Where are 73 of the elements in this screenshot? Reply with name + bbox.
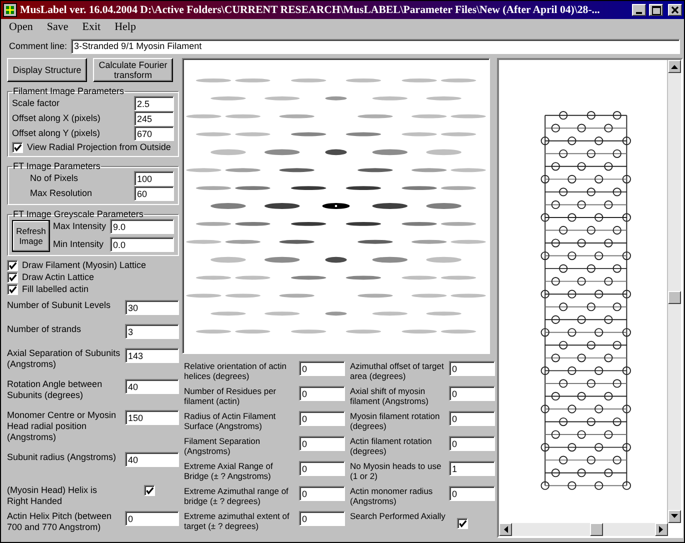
input-field[interactable]: 40 bbox=[125, 379, 179, 394]
input-field[interactable]: 1 bbox=[449, 461, 495, 476]
input-field[interactable]: 0 bbox=[449, 486, 495, 501]
input-field[interactable]: 0 bbox=[449, 436, 495, 451]
field-label: Radius of Actin Filament Surface (Angstroms) bbox=[184, 411, 277, 431]
input-field[interactable]: 150 bbox=[125, 410, 179, 425]
field-label: No of Pixels bbox=[30, 173, 78, 184]
field-label: Azimuthal offset of target area (degrees) bbox=[350, 361, 444, 381]
field-label: Relative orientation of actin helices (degrees) bbox=[184, 361, 288, 381]
refresh-button[interactable]: Refresh Image bbox=[12, 220, 50, 252]
menu-item[interactable]: Open bbox=[9, 21, 33, 33]
field-label: Draw Filament (Myosin) Lattice bbox=[22, 260, 146, 270]
input-field[interactable]: 0 bbox=[299, 461, 345, 476]
menu-item[interactable]: Help bbox=[114, 21, 136, 33]
input-field[interactable]: 245 bbox=[134, 111, 174, 126]
group-title: FT Image Parameters bbox=[12, 161, 102, 171]
field-label: Scale factor bbox=[12, 98, 60, 109]
input-field[interactable]: 0 bbox=[299, 411, 345, 426]
input-field[interactable]: 0 bbox=[125, 511, 179, 526]
field-label: Actin Helix Pitch (between 700 and 770 Angstrom) bbox=[7, 511, 113, 533]
input-field[interactable]: 3 bbox=[125, 324, 179, 339]
field-label: Comment line: bbox=[9, 40, 68, 52]
field-label: View Radial Projection from Outside bbox=[27, 142, 171, 152]
field-label: (Myosin Head) Helix is Right Handed bbox=[7, 485, 98, 507]
action-button[interactable]: Display Structure bbox=[7, 58, 87, 82]
field-label: Rotation Angle between Subunits (degrees) bbox=[7, 379, 104, 401]
window-title: MusLabel ver. 16.04.2004 D:\Active Folders\CURRENT RESEARCH\MusLABEL\Parameter Files\New (After April 04)\28-... bbox=[20, 4, 601, 16]
input-field[interactable]: 0 bbox=[299, 436, 345, 451]
field-label: Offset along X (pixels) bbox=[12, 113, 100, 124]
field-label: Axial shift of myosin filament (Angstroms) bbox=[350, 386, 430, 406]
input-field[interactable]: 0 bbox=[299, 511, 345, 526]
field-label: Extreme azimuthal extent of target (± ? degrees) bbox=[184, 511, 290, 531]
input-field[interactable]: 40 bbox=[125, 452, 179, 467]
input-field[interactable]: 0 bbox=[449, 386, 495, 401]
input-field[interactable]: 0 bbox=[449, 411, 495, 426]
field-label: Min Intensity bbox=[53, 239, 104, 250]
field-label: Extreme Azimuthal range of bridge (± ? degrees) bbox=[184, 486, 290, 506]
input-field[interactable]: 9.0 bbox=[110, 219, 174, 234]
input-field[interactable]: 0 bbox=[299, 361, 345, 376]
field-label: Draw Actin Lattice bbox=[22, 272, 94, 282]
field-label: Subunit radius (Angstroms) bbox=[7, 452, 116, 463]
field-label: Monomer Centre or Myosin Head radial position (Angstroms) bbox=[7, 410, 118, 443]
field-label: Max Intensity bbox=[53, 221, 106, 232]
field-label: Number of Residues per filament (actin) bbox=[184, 386, 278, 406]
action-button[interactable]: Calculate Fourier transform bbox=[93, 58, 173, 82]
input-field[interactable]: 100 bbox=[134, 171, 174, 186]
input-field[interactable]: 0 bbox=[449, 361, 495, 376]
group-title: Filament Image Parameters bbox=[12, 86, 126, 96]
input-field[interactable]: 30 bbox=[125, 300, 179, 315]
input-field[interactable]: 2.5 bbox=[134, 96, 174, 111]
input-field[interactable]: 0 bbox=[299, 486, 345, 501]
input-field[interactable]: 0.0 bbox=[110, 237, 174, 252]
field-label: Axial Separation of Subunits (Angstroms) bbox=[7, 348, 121, 370]
input-field[interactable]: 670 bbox=[134, 126, 174, 141]
field-label: Search Performed Axially bbox=[350, 511, 446, 521]
menu-item[interactable]: Exit bbox=[82, 21, 101, 33]
input-field[interactable]: 60 bbox=[134, 186, 174, 201]
field-label: Extreme Axial Range of Bridge (± ? Angstroms) bbox=[184, 461, 274, 481]
field-label: Actin filament rotation (degrees) bbox=[350, 436, 433, 456]
field-label: Fill labelled actin bbox=[22, 284, 89, 294]
field-label: Number of strands bbox=[7, 324, 82, 335]
input-field[interactable]: 0 bbox=[299, 386, 345, 401]
group-title: FT Image Greyscale Parameters bbox=[12, 209, 144, 219]
field-label: Number of Subunit Levels bbox=[7, 300, 111, 311]
field-label: Actin monomer radius (Angstroms) bbox=[350, 486, 434, 506]
field-label: No Myosin heads to use (1 or 2) bbox=[350, 461, 442, 481]
menu-item[interactable]: Save bbox=[46, 21, 68, 33]
field-label: Offset along Y (pixels) bbox=[12, 128, 100, 139]
comment-field[interactable]: 3-Stranded 9/1 Myosin Filament bbox=[71, 38, 680, 54]
field-label: Myosin filament rotation (degrees) bbox=[350, 411, 441, 431]
field-label: Filament Separation (Angstroms) bbox=[184, 436, 262, 456]
field-label: Max Resolution bbox=[30, 188, 92, 199]
input-field[interactable]: 143 bbox=[125, 348, 179, 363]
